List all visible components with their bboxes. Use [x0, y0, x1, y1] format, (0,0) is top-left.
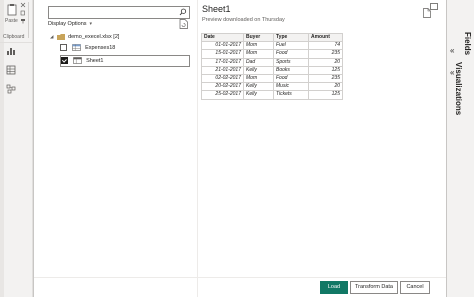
ribbon-bottom-border [0, 42, 32, 43]
cell-buyer: Mom [243, 74, 274, 84]
table-row: 21-01-2017 Kelly Books 125 [201, 65, 343, 76]
footer-divider [34, 277, 446, 278]
cell-date: 02-02-2017 [201, 74, 244, 84]
cell-type: Fuel [273, 41, 309, 51]
cut-icon[interactable] [20, 2, 26, 8]
model-view-icon[interactable] [6, 84, 16, 94]
transform-data-button[interactable]: Transform Data [350, 281, 398, 294]
data-view-icon[interactable] [6, 65, 16, 75]
paste-label[interactable]: Paste [5, 18, 18, 24]
clipboard-group-label: Clipboard [3, 34, 25, 40]
fields-pane-tab[interactable]: Fields [463, 32, 472, 55]
tree-file-node[interactable]: ◢ demo_execel.xlsx [2] [50, 32, 190, 42]
table-row: 25-02-2017 Kelly Tickets 125 [201, 90, 343, 100]
report-view-icon[interactable] [6, 46, 16, 56]
chevron-down-icon: ▾ [89, 21, 93, 27]
double-chevron-left-icon[interactable]: « [450, 46, 454, 55]
cell-type: Tickets [273, 90, 309, 100]
cell-amount: 125 [308, 65, 343, 76]
table-icon [71, 44, 81, 51]
file-label: demo_execel.xlsx [2] [68, 34, 120, 40]
folder-icon [56, 33, 65, 40]
table-row: 15-01-2017 Mom Food 235 [201, 49, 343, 59]
load-button[interactable]: Load [320, 281, 348, 294]
checkbox-expenses18[interactable] [60, 44, 67, 52]
column-header-amount[interactable]: Amount [308, 32, 343, 43]
cell-amount: 20 [308, 82, 343, 92]
tree-item-sheet1[interactable]: Sheet1 [60, 55, 190, 67]
cell-amount: 235 [308, 49, 343, 59]
tree-item-expenses18[interactable]: Expenses18 [60, 43, 188, 53]
cell-amount: 235 [308, 74, 343, 84]
view-switcher-rail [0, 44, 4, 297]
cell-date: 20-02-2017 [201, 82, 244, 92]
cell-amount: 74 [308, 41, 343, 51]
column-header-type[interactable]: Type [273, 32, 309, 43]
cell-buyer: Kelly [243, 90, 274, 100]
cell-type: Sports [273, 57, 309, 67]
cell-amount: 20 [308, 57, 343, 67]
column-header-buyer[interactable]: Buyer [243, 32, 274, 43]
cell-amount: 125 [308, 90, 343, 100]
cell-buyer: Mom [243, 41, 274, 51]
table-row: 20-02-2017 Kelly Music 20 [201, 82, 343, 92]
right-panes-strip: « Fields « Visualizations [445, 0, 474, 297]
display-options-dropdown[interactable]: Display Options ▾ [48, 21, 92, 27]
cell-date: 21-01-2017 [201, 65, 244, 76]
ribbon-separator [28, 2, 29, 38]
refresh-icon[interactable] [179, 19, 188, 29]
search-icon[interactable] [179, 8, 187, 16]
preview-subtitle: Preview downloaded on Thursday [202, 17, 285, 23]
navigator-dialog: Display Options ▾ ◢ demo_execel.xlsx [2] … [33, 0, 447, 297]
expand-triangle-icon[interactable]: ◢ [50, 32, 55, 42]
cancel-button[interactable]: Cancel [400, 281, 430, 294]
visualizations-pane-tab[interactable]: Visualizations [454, 62, 463, 115]
cell-type: Books [273, 65, 309, 76]
cell-buyer: Kelly [243, 65, 274, 76]
checkbox-sheet1[interactable] [61, 57, 68, 65]
tree-item-label: Sheet1 [86, 58, 104, 64]
format-painter-icon[interactable] [20, 18, 26, 24]
cell-date: 15-01-2017 [201, 49, 244, 59]
column-header-date[interactable]: Date [201, 32, 244, 43]
search-input[interactable] [48, 6, 190, 19]
cell-date: 25-02-2017 [201, 90, 244, 100]
table-row: 17-01-2017 Dad Sports 20 [201, 57, 343, 67]
left-ribbon-strip: Paste Clipboard [0, 0, 33, 297]
tree-item-label: Expenses18 [85, 45, 116, 51]
cell-date: 17-01-2017 [201, 57, 244, 67]
paste-icon[interactable] [6, 4, 20, 16]
export-preview-icon[interactable] [423, 8, 431, 18]
cell-type: Food [273, 74, 309, 84]
cell-type: Food [273, 49, 309, 59]
table-header-row: Date Buyer Type Amount [201, 32, 343, 43]
preview-title: Sheet1 [202, 4, 231, 14]
maximize-icon[interactable] [430, 3, 438, 10]
pane-divider[interactable] [197, 0, 198, 297]
cell-buyer: Kelly [243, 82, 274, 92]
sheet-icon [72, 57, 82, 64]
copy-icon[interactable] [20, 10, 26, 16]
cell-buyer: Dad [243, 57, 274, 67]
preview-table: Date Buyer Type Amount 01-01-2017 Mom Fu… [201, 32, 343, 100]
cell-type: Music [273, 82, 309, 92]
table-row: 01-01-2017 Mom Fuel 74 [201, 41, 343, 51]
cell-date: 01-01-2017 [201, 41, 244, 51]
cell-buyer: Mom [243, 49, 274, 59]
table-row: 02-02-2017 Mom Food 235 [201, 74, 343, 84]
display-options-label: Display Options [48, 21, 87, 27]
